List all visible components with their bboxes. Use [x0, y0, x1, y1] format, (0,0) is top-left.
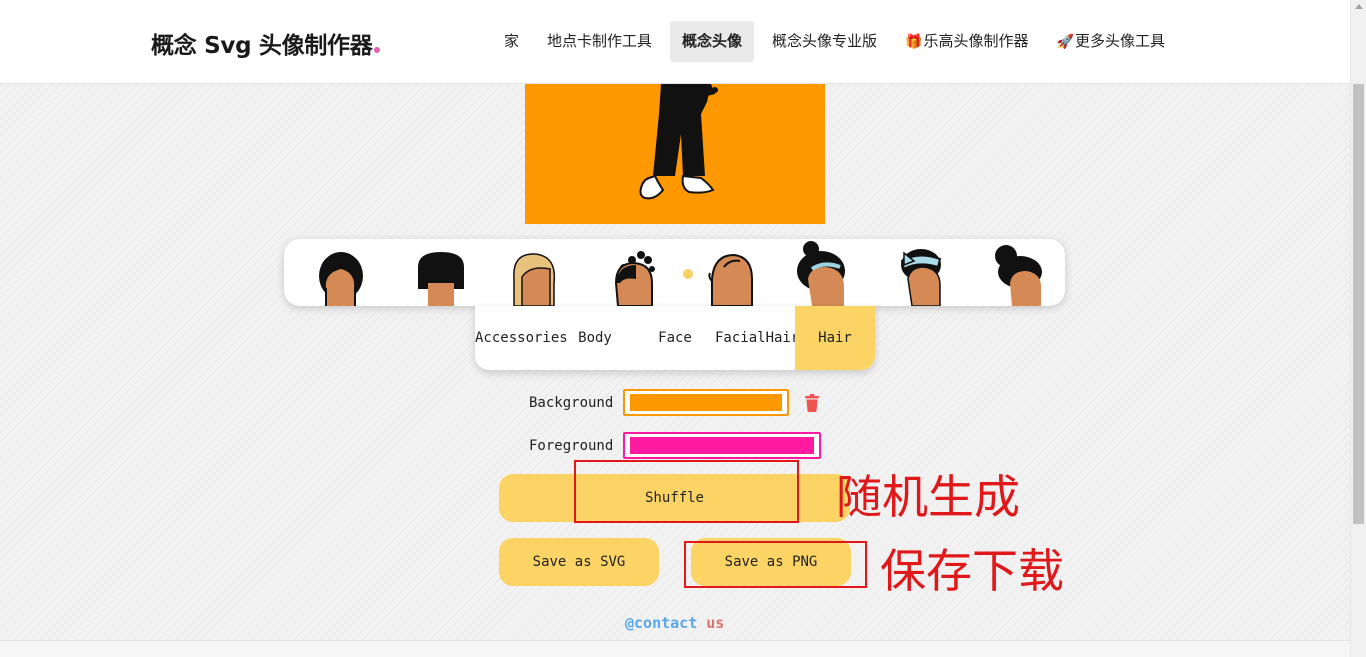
avatar-figure-illustration: [639, 84, 718, 200]
nav-label: 概念头像专业版: [772, 32, 878, 50]
nav-item-home[interactable]: 家: [494, 21, 529, 62]
tab-hair[interactable]: Hair: [795, 306, 875, 370]
category-tabs: Accessories Body Face FacialHair Hair: [475, 306, 875, 370]
shuffle-annotation-box: [574, 460, 799, 523]
contact-prefix: @contact: [625, 614, 698, 632]
rocket-icon: 🚀: [1056, 34, 1074, 50]
trash-icon[interactable]: [804, 393, 820, 412]
page-footer-edge: [0, 640, 1350, 657]
contact-link[interactable]: @contact us: [625, 614, 724, 632]
avatar-preview: [525, 84, 825, 224]
nav-item-lego-avatar[interactable]: 🎁乐高头像制作器: [895, 21, 1038, 62]
hair-option-5[interactable]: [708, 253, 753, 306]
hair-style-picker: [284, 239, 1065, 306]
nav-label: 地点卡制作工具: [547, 32, 653, 50]
hair-option-6[interactable]: [797, 241, 845, 306]
page-scrollbar[interactable]: [1350, 0, 1366, 657]
nav-item-notion-avatar-pro[interactable]: 概念头像专业版: [762, 21, 887, 62]
hair-option-3[interactable]: [513, 253, 556, 306]
hair-option-8[interactable]: [995, 245, 1042, 306]
tab-face[interactable]: Face: [635, 306, 715, 370]
foreground-color-label: Foreground: [529, 437, 614, 454]
hair-option-2[interactable]: [418, 252, 464, 306]
nav-label: 更多头像工具: [1074, 32, 1165, 50]
shuffle-annotation-label: 随机生成: [836, 470, 1020, 524]
hair-option-1[interactable]: [319, 252, 363, 306]
nav-item-more-tools[interactable]: 🚀更多头像工具: [1047, 21, 1175, 62]
selected-option-dot: [683, 269, 693, 279]
contact-suffix: us: [697, 614, 725, 632]
site-logo[interactable]: 概念 Svg 头像制作器: [151, 26, 381, 60]
logo-text: 概念 Svg 头像制作器: [151, 33, 373, 59]
main-nav: 家 地点卡制作工具 概念头像 概念头像专业版 🎁乐高头像制作器 🚀更多头像工具: [494, 21, 1183, 62]
hair-option-7[interactable]: [900, 249, 942, 306]
nav-item-notion-avatar[interactable]: 概念头像: [670, 21, 755, 62]
save-svg-button[interactable]: Save as SVG: [499, 538, 659, 586]
foreground-color-row: Foreground: [529, 432, 821, 459]
nav-label: 概念头像: [682, 32, 743, 50]
foreground-color-swatch: [630, 437, 814, 454]
background-color-swatch: [630, 394, 782, 411]
gift-icon: 🎁: [905, 34, 923, 50]
nav-item-place-card[interactable]: 地点卡制作工具: [537, 21, 662, 62]
save-annotation-label: 保存下载: [880, 544, 1064, 598]
scrollbar-thumb[interactable]: [1353, 84, 1364, 524]
tab-accessories[interactable]: Accessories: [475, 306, 568, 370]
logo-dot: [374, 47, 381, 53]
tab-facial-hair[interactable]: FacialHair: [715, 306, 799, 370]
nav-label: 乐高头像制作器: [923, 32, 1029, 50]
nav-label: 家: [504, 32, 520, 50]
scroll-up-arrow-icon[interactable]: [1355, 4, 1363, 9]
tab-body[interactable]: Body: [555, 306, 635, 370]
background-color-row: Background: [529, 389, 820, 416]
hair-option-list: [319, 241, 1042, 306]
foreground-color-input[interactable]: [623, 432, 821, 459]
top-header: 概念 Svg 头像制作器 家 地点卡制作工具 概念头像 概念头像专业版 🎁乐高头…: [0, 0, 1350, 84]
background-color-input[interactable]: [623, 389, 789, 416]
background-color-label: Background: [529, 394, 614, 411]
hair-option-4[interactable]: [614, 251, 655, 306]
save-annotation-box: [684, 541, 867, 588]
